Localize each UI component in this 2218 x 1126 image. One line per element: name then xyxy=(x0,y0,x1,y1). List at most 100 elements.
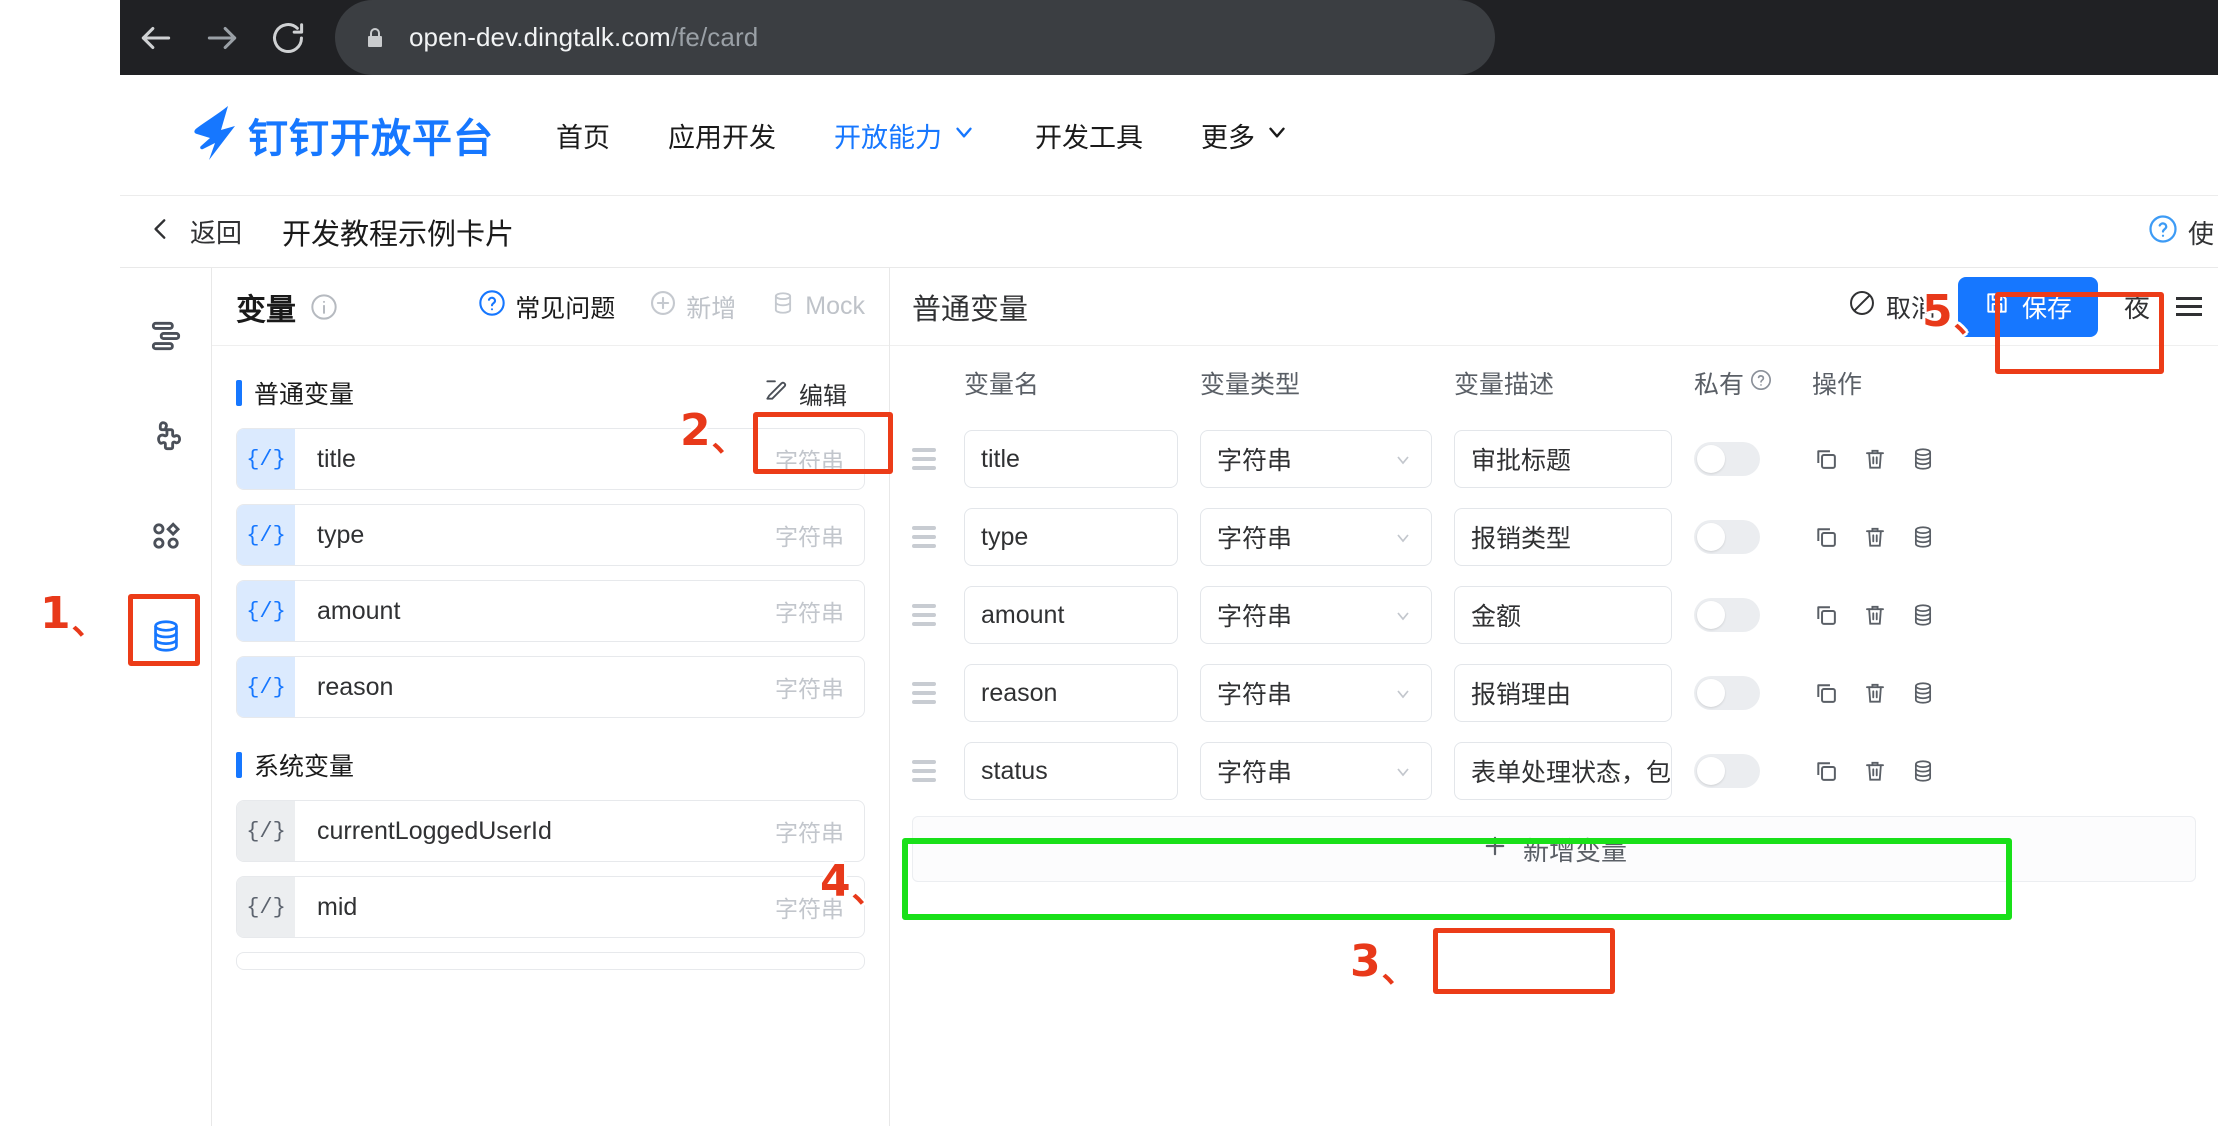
variable-type-select[interactable]: 字符串 xyxy=(1200,586,1432,644)
row-operations xyxy=(1812,679,1962,707)
row-drag-handle[interactable] xyxy=(912,760,964,782)
chevron-down-icon xyxy=(1391,525,1415,549)
nav-item-app-dev[interactable]: 应用开发 xyxy=(668,116,776,155)
row-drag-handle[interactable] xyxy=(912,682,964,704)
variable-type-select[interactable]: 字符串 xyxy=(1200,742,1432,800)
nav-item-open-capability[interactable]: 开放能力 xyxy=(834,116,977,155)
table-row: amount 字符串 金额 xyxy=(890,576,2218,654)
database-icon xyxy=(770,290,796,323)
list-item[interactable]: {/} reason 字符串 xyxy=(236,656,865,718)
add-variable-button[interactable]: 新增变量 xyxy=(1457,821,1651,878)
variable-type-select[interactable]: 字符串 xyxy=(1200,508,1432,566)
copy-icon[interactable] xyxy=(1812,445,1840,473)
nav-item-dev-tools[interactable]: 开发工具 xyxy=(1035,116,1143,155)
database-icon[interactable] xyxy=(1910,679,1936,707)
variable-name-input[interactable]: type xyxy=(964,508,1178,566)
night-mode-toggle[interactable]: 夜 xyxy=(2120,288,2154,325)
chevron-down-icon xyxy=(1391,447,1415,471)
database-icon[interactable] xyxy=(1910,523,1936,551)
variable-name-input[interactable]: reason xyxy=(964,664,1178,722)
row-drag-handle[interactable] xyxy=(912,526,964,548)
mock-button[interactable]: Mock xyxy=(770,290,865,323)
variable-desc-input[interactable]: 金额 xyxy=(1454,586,1672,644)
trash-icon[interactable] xyxy=(1862,757,1888,785)
database-icon[interactable] xyxy=(1910,445,1936,473)
toggle-switch[interactable] xyxy=(1694,598,1760,632)
url-host: open-dev.dingtalk.com xyxy=(409,22,671,52)
toggle-switch[interactable] xyxy=(1694,676,1760,710)
help-link[interactable]: 使 xyxy=(2148,214,2214,251)
variable-name-value: status xyxy=(964,742,1178,800)
private-toggle[interactable] xyxy=(1694,442,1794,476)
mock-label: Mock xyxy=(805,292,865,320)
address-bar[interactable]: open-dev.dingtalk.com/fe/card xyxy=(335,0,1495,75)
private-toggle[interactable] xyxy=(1694,676,1794,710)
variable-type-select[interactable]: 字符串 xyxy=(1200,430,1432,488)
cancel-button[interactable]: 取消 xyxy=(1848,289,1936,325)
variable-tag-icon: {/} xyxy=(237,429,295,489)
main-panel-actions: 取消 保存 夜 xyxy=(1848,276,2218,337)
variable-type: 字符串 xyxy=(775,676,844,702)
sidebar-item-layout[interactable] xyxy=(138,310,194,366)
sidebar-item-apps[interactable] xyxy=(138,510,194,566)
private-toggle[interactable] xyxy=(1694,754,1794,788)
back-link[interactable]: 返回 xyxy=(148,213,242,250)
variable-name-input[interactable]: status xyxy=(964,742,1178,800)
variable-desc-input[interactable]: 审批标题 xyxy=(1454,430,1672,488)
info-icon[interactable] xyxy=(310,293,338,321)
faq-button[interactable]: 常见问题 xyxy=(478,289,615,325)
normal-variables-section: 普通变量 编辑 {/} title 字符串 {/} type 字符串 {/} a xyxy=(212,346,889,718)
trash-icon[interactable] xyxy=(1862,523,1888,551)
variable-name: reason xyxy=(317,672,394,701)
row-operations xyxy=(1812,757,1962,785)
question-circle-icon[interactable] xyxy=(1750,369,1772,398)
copy-icon[interactable] xyxy=(1812,757,1840,785)
edit-icon xyxy=(763,377,789,410)
trash-icon[interactable] xyxy=(1862,601,1888,629)
edit-normal-variables-button[interactable]: 编辑 xyxy=(745,368,865,419)
list-item[interactable]: {/} amount 字符串 xyxy=(236,580,865,642)
list-item[interactable]: {/} currentLoggedUserId 字符串 xyxy=(236,800,865,862)
question-circle-icon xyxy=(478,289,506,324)
sidebar-item-components[interactable] xyxy=(138,410,194,466)
private-toggle[interactable] xyxy=(1694,520,1794,554)
variable-tag-icon: {/} xyxy=(237,877,295,937)
variable-desc-input[interactable]: 报销类型 xyxy=(1454,508,1672,566)
trash-icon[interactable] xyxy=(1862,679,1888,707)
variable-type-select[interactable]: 字符串 xyxy=(1200,664,1432,722)
nav-item-more[interactable]: 更多 xyxy=(1201,116,1290,155)
variable-type-value: 字符串 xyxy=(1217,525,1293,553)
trash-icon[interactable] xyxy=(1862,445,1888,473)
save-button[interactable]: 保存 xyxy=(1957,276,2098,337)
browser-nav-buttons xyxy=(120,0,310,75)
database-icon[interactable] xyxy=(1910,601,1936,629)
toggle-switch[interactable] xyxy=(1694,442,1760,476)
row-drag-handle[interactable] xyxy=(912,448,964,470)
reload-button[interactable] xyxy=(266,16,310,60)
copy-icon[interactable] xyxy=(1812,523,1840,551)
row-drag-handle[interactable] xyxy=(912,604,964,626)
copy-icon[interactable] xyxy=(1812,601,1840,629)
back-button[interactable] xyxy=(134,16,178,60)
nav-item-home[interactable]: 首页 xyxy=(556,116,610,155)
variable-type-value: 字符串 xyxy=(1217,759,1293,787)
column-header-type: 变量类型 xyxy=(1200,371,1301,399)
variable-desc-input[interactable]: 报销理由 xyxy=(1454,664,1672,722)
toggle-switch[interactable] xyxy=(1694,754,1760,788)
menu-icon[interactable] xyxy=(2176,297,2206,316)
add-variable-button[interactable]: 新增 xyxy=(649,289,736,325)
list-item[interactable] xyxy=(236,952,865,970)
sidebar-item-variables[interactable] xyxy=(138,610,194,666)
forward-button[interactable] xyxy=(200,16,244,60)
database-icon[interactable] xyxy=(1910,757,1936,785)
brand-logo[interactable]: 钉钉开放平台 xyxy=(188,102,494,169)
variable-name-input[interactable]: amount xyxy=(964,586,1178,644)
variable-name-input[interactable]: title xyxy=(964,430,1178,488)
list-item[interactable]: {/} mid 字符串 xyxy=(236,876,865,938)
variable-desc-input[interactable]: 表单处理状态，包含 xyxy=(1454,742,1672,800)
list-item[interactable]: {/} type 字符串 xyxy=(236,504,865,566)
toggle-switch[interactable] xyxy=(1694,520,1760,554)
private-toggle[interactable] xyxy=(1694,598,1794,632)
list-item[interactable]: {/} title 字符串 xyxy=(236,428,865,490)
copy-icon[interactable] xyxy=(1812,679,1840,707)
